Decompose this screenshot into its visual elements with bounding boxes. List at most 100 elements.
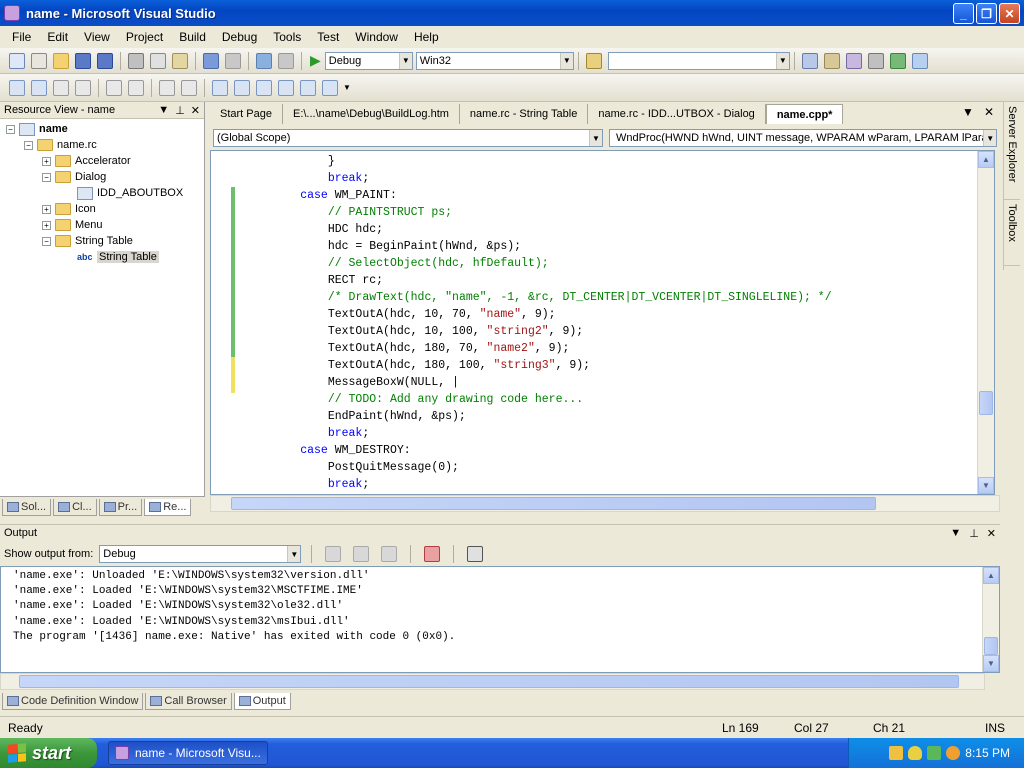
redo-icon[interactable] <box>225 52 241 69</box>
scroll-down-icon[interactable]: ▼ <box>978 477 994 494</box>
close-button[interactable]: ✕ <box>999 3 1020 24</box>
paste-icon[interactable] <box>172 52 188 69</box>
toolbox-icon[interactable] <box>867 52 884 69</box>
next-bookmark-folder-icon[interactable] <box>300 79 316 96</box>
output-source-select[interactable]: Debug ▼ <box>99 545 302 563</box>
member-select[interactable]: WndProc(HWND hWnd, UINT message, WPARAM … <box>609 129 997 147</box>
scroll-thumb[interactable] <box>19 675 959 688</box>
tree-item-icon[interactable]: + Icon <box>0 201 204 217</box>
comment-icon[interactable] <box>159 79 175 96</box>
close-document-icon[interactable]: ✕ <box>984 105 994 119</box>
solution-explorer-icon[interactable] <box>801 52 818 69</box>
tree-item-menu[interactable]: + Menu <box>0 217 204 233</box>
start-page-icon[interactable] <box>889 52 906 69</box>
menu-view[interactable]: View <box>76 30 118 44</box>
tree-item-rc[interactable]: − name.rc <box>0 137 204 153</box>
minimize-button[interactable]: _ <box>953 3 974 24</box>
menu-window[interactable]: Window <box>347 30 406 44</box>
menu-tools[interactable]: Tools <box>265 30 309 44</box>
scroll-thumb[interactable] <box>979 391 993 415</box>
tree-item-string-table[interactable]: abc String Table <box>0 249 204 265</box>
scroll-up-icon[interactable]: ▲ <box>978 151 994 168</box>
menu-build[interactable]: Build <box>171 30 214 44</box>
bookmark-icon[interactable] <box>212 79 228 96</box>
tab-dialog[interactable]: name.rc - IDD...UTBOX - Dialog <box>588 104 766 124</box>
editor-horizontal-scrollbar[interactable] <box>210 495 1000 512</box>
tab-toolbox[interactable]: Toolbox <box>1004 200 1020 266</box>
copy-icon[interactable] <box>150 52 166 69</box>
toolbar-options-icon[interactable]: ▼ <box>343 83 351 92</box>
uncomment-icon[interactable] <box>181 79 197 96</box>
tree-item-dialog[interactable]: − Dialog <box>0 169 204 185</box>
menu-test[interactable]: Test <box>309 30 347 44</box>
dropdown-icon[interactable]: ▼ <box>158 104 169 117</box>
cut-icon[interactable] <box>128 52 144 69</box>
tray-network-icon[interactable] <box>889 746 904 760</box>
next-bookmark-icon[interactable] <box>256 79 272 96</box>
open-file-icon[interactable] <box>53 52 69 69</box>
word-wrap-icon[interactable] <box>467 546 484 562</box>
undo-icon[interactable] <box>203 52 219 69</box>
window-icon[interactable] <box>911 52 928 69</box>
tree-item-accelerator[interactable]: + Accelerator <box>0 153 204 169</box>
menu-edit[interactable]: Edit <box>39 30 76 44</box>
pin-icon[interactable]: ⊥ <box>969 527 979 540</box>
code-text[interactable]: } break; case WM_PAINT: // PAINTSTRUCT p… <box>245 153 831 493</box>
collapse-icon[interactable]: − <box>42 236 51 246</box>
save-all-icon[interactable] <box>97 52 113 69</box>
next-message-icon[interactable] <box>381 546 398 562</box>
find-in-files-icon[interactable] <box>585 52 602 69</box>
tab-resource-view[interactable]: Re... <box>144 499 192 516</box>
close-icon[interactable]: ✕ <box>987 527 996 540</box>
output-horizontal-scrollbar[interactable] <box>0 673 985 690</box>
object-browser-icon[interactable] <box>845 52 862 69</box>
tab-buildlog[interactable]: E:\...\name\Debug\BuildLog.htm <box>283 104 460 124</box>
tab-property-manager[interactable]: Pr... <box>98 499 143 516</box>
expand-icon[interactable]: + <box>42 156 51 166</box>
tree-item-root[interactable]: − name <box>0 121 204 137</box>
tree-item-string-table-folder[interactable]: − String Table <box>0 233 204 249</box>
previous-message-icon[interactable] <box>353 546 370 562</box>
active-files-icon[interactable]: ▼ <box>962 105 974 119</box>
tree-item-aboutbox[interactable]: IDD_ABOUTBOX <box>0 185 204 201</box>
taskbar-item-visual-studio[interactable]: name - Microsoft Visu... <box>108 741 268 765</box>
find-message-icon[interactable] <box>325 546 342 562</box>
tray-app-icon[interactable] <box>927 746 942 760</box>
start-button[interactable]: start <box>0 738 97 768</box>
find-combo[interactable]: ▼ <box>607 51 790 70</box>
tab-class-view[interactable]: Cl... <box>53 499 97 516</box>
start-debugging-icon[interactable]: ▶ <box>310 52 321 69</box>
navigate-backward-icon[interactable] <box>256 52 272 69</box>
tab-string-table[interactable]: name.rc - String Table <box>460 104 589 124</box>
platform-select[interactable]: Win32 ▼ <box>415 51 574 70</box>
output-vertical-scrollbar[interactable]: ▲ ▼ <box>982 567 999 672</box>
clear-all-icon[interactable] <box>424 546 441 562</box>
clear-bookmarks-icon[interactable] <box>322 79 338 96</box>
expand-icon[interactable]: + <box>42 220 51 230</box>
tab-code-definition[interactable]: Code Definition Window <box>2 692 144 710</box>
tab-call-browser[interactable]: Call Browser <box>145 692 232 710</box>
previous-bookmark-icon[interactable] <box>234 79 250 96</box>
menu-debug[interactable]: Debug <box>214 30 265 44</box>
output-window[interactable]: 'name.exe': Unloaded 'E:\WINDOWS\system3… <box>0 566 1000 673</box>
collapse-icon[interactable]: − <box>24 140 33 150</box>
previous-bookmark-folder-icon[interactable] <box>278 79 294 96</box>
tab-server-explorer[interactable]: Server Explorer <box>1004 102 1020 200</box>
scroll-down-icon[interactable]: ▼ <box>983 655 999 672</box>
scope-select[interactable]: (Global Scope) ▼ <box>213 129 603 147</box>
display-object-info-icon[interactable] <box>9 79 25 96</box>
dropdown-icon[interactable]: ▼ <box>950 527 961 540</box>
tab-output[interactable]: Output <box>233 692 291 710</box>
complete-word-icon[interactable] <box>75 79 91 96</box>
navigate-forward-icon[interactable] <box>278 52 294 69</box>
scroll-thumb[interactable] <box>984 637 998 655</box>
close-icon[interactable]: ✕ <box>191 104 200 117</box>
security-shield-icon[interactable] <box>908 746 923 760</box>
quick-info-icon[interactable] <box>53 79 69 96</box>
decrease-indent-icon[interactable] <box>106 79 122 96</box>
tab-name-cpp[interactable]: name.cpp* <box>765 104 844 124</box>
maximize-button[interactable]: ❐ <box>976 3 997 24</box>
menu-file[interactable]: File <box>4 30 39 44</box>
add-item-icon[interactable] <box>31 52 47 69</box>
code-editor[interactable]: } break; case WM_PAINT: // PAINTSTRUCT p… <box>210 150 995 495</box>
